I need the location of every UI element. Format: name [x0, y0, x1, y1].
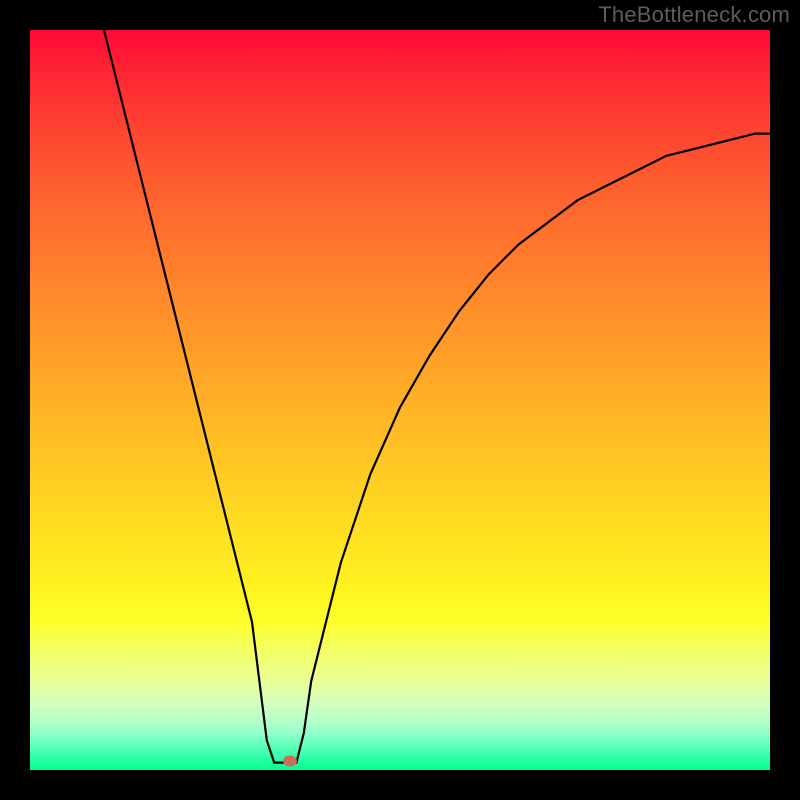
- plot-area: [30, 30, 770, 770]
- chart-frame: TheBottleneck.com: [0, 0, 800, 800]
- bottleneck-curve: [30, 30, 770, 770]
- watermark-text: TheBottleneck.com: [598, 2, 790, 28]
- optimal-point-marker: [283, 756, 297, 767]
